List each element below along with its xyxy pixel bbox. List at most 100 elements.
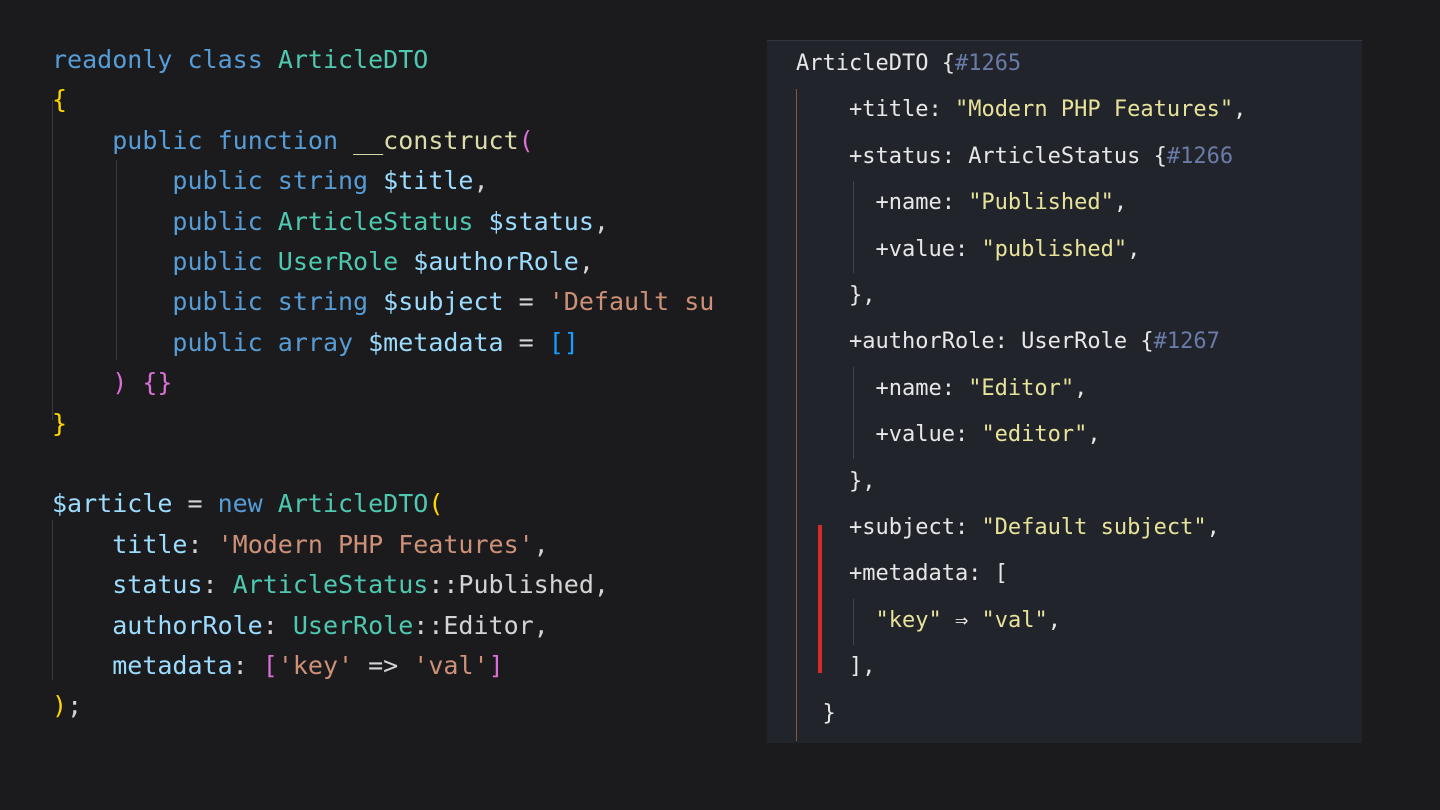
code-token: ) xyxy=(52,691,68,721)
code-token: : xyxy=(202,570,233,600)
dump-line: +value: "editor", xyxy=(796,412,1101,458)
code-token: 'key' xyxy=(277,651,354,680)
source-code-editor[interactable]: readonly class ArticleDTO { public functi… xyxy=(52,40,768,740)
code-token: : xyxy=(187,529,218,559)
dump-token: +subject: xyxy=(796,515,982,540)
dump-token: +title: xyxy=(796,97,955,123)
code-token: = xyxy=(172,489,218,519)
code-token: public xyxy=(172,247,263,276)
dump-token: "Default subject" xyxy=(981,515,1207,540)
dump-token: , xyxy=(1087,422,1101,448)
code-token: title xyxy=(112,529,188,559)
code-token: { xyxy=(52,85,68,115)
code-line: public string $title, xyxy=(52,161,489,201)
dump-token: , xyxy=(1113,190,1128,216)
dump-token: ⇒ xyxy=(941,607,982,633)
dump-line: ArticleDTO {#1265 xyxy=(796,41,1021,87)
code-token: authorRole xyxy=(112,610,263,640)
code-token: : xyxy=(262,610,293,640)
dump-token: +name: xyxy=(796,190,969,216)
code-token: [ xyxy=(262,651,278,680)
code-token: ] xyxy=(488,651,504,680)
code-token: , xyxy=(578,247,594,276)
code-token: ) xyxy=(112,368,128,398)
dump-token: , xyxy=(1206,515,1220,540)
dump-token: +value: xyxy=(796,422,982,448)
dump-token: "val" xyxy=(981,607,1048,633)
code-token: ArticleDTO xyxy=(277,45,429,74)
code-token: $subject xyxy=(383,287,504,317)
code-token: , xyxy=(473,166,489,196)
code-token: public xyxy=(112,125,203,155)
code-token: array xyxy=(277,327,354,357)
dump-token: , xyxy=(1233,97,1247,123)
code-token: ::Editor, xyxy=(413,610,549,640)
dump-line: +value: "published", xyxy=(796,227,1140,273)
code-token: public xyxy=(172,206,263,236)
dump-line: }, xyxy=(796,459,876,505)
dump-line: } xyxy=(796,691,835,737)
dump-token: }, xyxy=(796,468,876,494)
dump-line: ], xyxy=(796,644,876,690)
code-token: } xyxy=(52,408,68,438)
dump-token: "Editor" xyxy=(968,375,1075,401)
dump-token: ], xyxy=(796,654,876,680)
dump-token: , xyxy=(1127,236,1141,262)
code-token: {} xyxy=(142,368,173,398)
code-token: => xyxy=(353,651,414,680)
dump-token: +authorRole: xyxy=(796,329,1022,355)
code-token: UserRole xyxy=(292,610,414,640)
code-token: , xyxy=(533,529,549,559)
dump-line: +subject: "Default subject", xyxy=(796,505,1220,551)
code-line: public ArticleStatus $status, xyxy=(52,202,609,242)
dump-token: +status: xyxy=(796,143,969,169)
code-token: public xyxy=(172,287,263,317)
code-line: readonly class ArticleDTO xyxy=(52,40,428,80)
code-token: = xyxy=(503,327,549,357)
code-token: ( xyxy=(428,489,444,519)
code-token: 'Modern PHP Features' xyxy=(217,529,534,559)
dump-token xyxy=(796,608,875,633)
dump-token: +name: xyxy=(796,375,969,401)
code-token: class xyxy=(187,45,263,74)
code-line: } xyxy=(52,404,67,444)
dump-token: "key" xyxy=(875,607,942,633)
code-line: public UserRole $authorRole, xyxy=(52,242,594,282)
code-token: string xyxy=(277,166,369,196)
dump-token: #1266 xyxy=(1166,143,1234,169)
code-line: $article = new ArticleDTO( xyxy=(52,484,443,524)
dump-line: }, xyxy=(796,273,876,319)
code-token: $metadata xyxy=(368,327,504,357)
code-token: : xyxy=(232,651,263,680)
code-token: [] xyxy=(548,327,579,357)
code-token: new xyxy=(217,489,263,519)
code-line: authorRole: UserRole::Editor, xyxy=(52,606,549,646)
dump-line: "key" ⇒ "val", xyxy=(796,598,1060,644)
code-token: ArticleDTO xyxy=(277,489,429,519)
code-token: ; xyxy=(67,691,83,721)
code-token: metadata xyxy=(112,651,233,680)
dump-line: +name: "Editor", xyxy=(796,366,1087,412)
dump-token: ArticleStatus xyxy=(968,143,1154,169)
code-line: public string $subject = 'Default su xyxy=(52,282,714,322)
dump-token: #1265 xyxy=(954,51,1022,76)
dump-line: +metadata: [ xyxy=(796,551,1008,597)
code-token: public xyxy=(172,166,263,196)
dump-token: "Published" xyxy=(968,190,1114,216)
code-token: , xyxy=(593,206,609,236)
dump-output-panel: ArticleDTO {#1265 +title: "Modern PHP Fe… xyxy=(767,40,1362,743)
